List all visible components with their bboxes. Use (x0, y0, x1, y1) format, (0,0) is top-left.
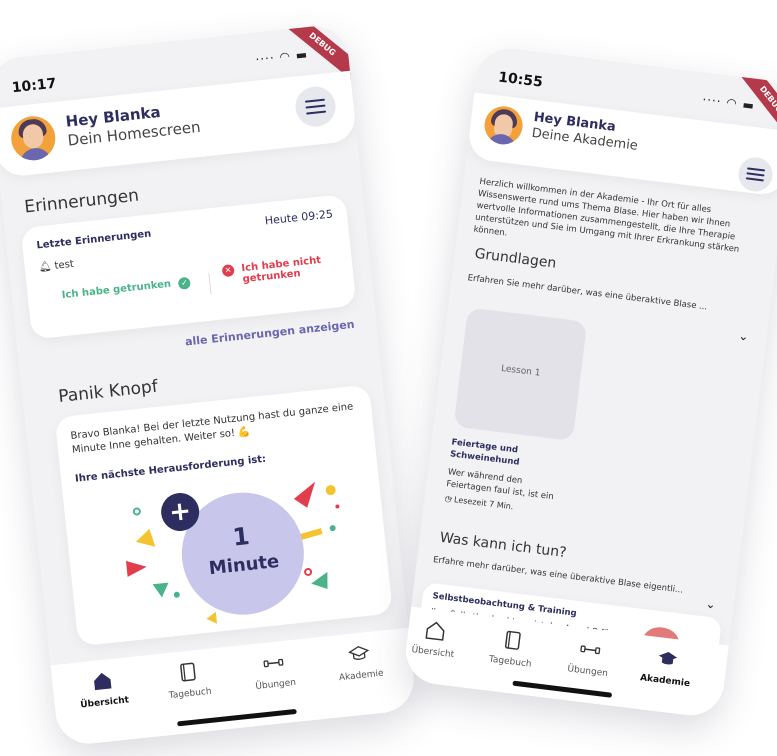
nav-label: Übungen (566, 664, 609, 680)
lesson-thumb-label: Lesson 1 (500, 363, 541, 379)
status-time: 10:17 (11, 75, 58, 97)
reminders-card-title: Letzte Erinnerungen (35, 228, 152, 252)
challenge-title: Ihre nächste Herausforderung ist: (74, 453, 267, 485)
menu-button[interactable] (293, 84, 338, 129)
home-indicator (177, 708, 297, 727)
nav-item-exercises[interactable]: Übungen (233, 648, 317, 694)
reminder-item-label: test (54, 258, 75, 272)
greeting: Hey Blanka Dein Homescreen (65, 99, 202, 150)
check-circle-icon: ✓ (177, 276, 192, 290)
section-subtitle-basics: Erfahren Sie mehr darüber, was eine über… (467, 273, 708, 313)
nav-item-exercises[interactable]: Übungen (552, 635, 626, 681)
house-icon (425, 621, 445, 641)
book-icon (180, 662, 196, 682)
signal-icon: ···· (254, 50, 276, 67)
screenshot-stage: 10:17 ···· ◠ ▬ DEBUG Hey Blanka Dein Hom… (0, 0, 777, 756)
panic-message: Bravo Blanka! Bei der letzte Nutzung has… (70, 401, 354, 456)
section-title-what-can-i-do: Was kann ich tun? (438, 529, 568, 562)
reminders-section-title: Erinnerungen (23, 185, 140, 218)
nav-label: Akademie (338, 668, 385, 684)
bottom-navigation: Übersicht Tagebuch Übungen Akademie (50, 627, 418, 747)
nav-item-overview[interactable]: Übersicht (61, 666, 145, 712)
avatar[interactable] (9, 114, 58, 163)
panic-card: Bravo Blanka! Bei der letzte Nutzung has… (54, 384, 393, 647)
status-icons: ···· ◠ ▬ (255, 47, 309, 66)
nav-item-overview[interactable]: Übersicht (402, 616, 471, 662)
not-drank-label: Ich habe nicht getrunken (240, 254, 322, 286)
greeting: Hey Blanka Deine Akademie (531, 110, 641, 154)
status-time: 10:55 (497, 69, 544, 91)
nav-label: Übersicht (410, 645, 455, 661)
x-circle-icon: ✕ (221, 264, 235, 278)
nav-label: Übungen (255, 677, 297, 693)
reminders-card: Letzte Erinnerungen Heute 09:25 🔔︎ test … (20, 194, 357, 340)
drank-button[interactable]: Ich habe getrunken ✓ (61, 276, 192, 302)
nav-label: Tagebuch (168, 686, 213, 702)
nav-label: Akademie (639, 673, 691, 690)
drank-label: Ich habe getrunken (61, 278, 172, 302)
panic-section-title: Panik Knopf (57, 376, 159, 408)
hamburger-icon (747, 167, 766, 172)
phone-academy-screen: 10:55 ···· ◠ ▬ DEBUG Hey Blanka Deine Ak… (402, 44, 777, 720)
chevron-down-icon[interactable]: ⌄ (705, 597, 717, 612)
wifi-icon: ◠ (278, 48, 292, 65)
reminder-item: 🔔︎ test (38, 259, 74, 274)
graduation-cap-icon (348, 646, 370, 660)
battery-icon: ▬ (741, 97, 756, 113)
graduation-cap-icon (658, 652, 678, 665)
hamburger-icon (304, 98, 325, 103)
nav-item-diary[interactable]: Tagebuch (475, 625, 549, 671)
bell-icon: 🔔︎ (38, 261, 53, 274)
book-icon (504, 630, 521, 650)
home-indicator (512, 680, 613, 698)
avatar[interactable] (482, 104, 525, 147)
status-icons: ···· ◠ ▬ (702, 92, 756, 112)
nav-label: Tagebuch (488, 654, 533, 670)
divider (208, 272, 212, 295)
lesson-thumbnail[interactable]: Lesson 1 (453, 307, 588, 442)
menu-button[interactable] (736, 155, 775, 194)
phone-home-screen: 10:17 ···· ◠ ▬ DEBUG Hey Blanka Dein Hom… (0, 23, 418, 747)
section-title-basics: Grundlagen (473, 245, 558, 272)
nav-label: Übersicht (79, 695, 130, 711)
not-drank-button[interactable]: ✕ Ich habe nicht getrunken (221, 253, 344, 287)
house-icon (94, 672, 112, 691)
dumbbell-icon (580, 645, 601, 655)
reminder-time: Heute 09:25 (264, 207, 334, 228)
nav-item-academy[interactable]: Akademie (630, 644, 704, 690)
battery-icon: ▬ (294, 47, 309, 63)
signal-icon: ···· (701, 92, 723, 109)
nav-item-diary[interactable]: Tagebuch (147, 657, 231, 703)
show-all-reminders-link[interactable]: alle Erinnerungen anzeigen (185, 318, 356, 349)
chevron-down-icon[interactable]: ⌄ (738, 329, 750, 344)
dumbbell-icon (263, 658, 284, 668)
wifi-icon: ◠ (725, 95, 739, 111)
nav-item-academy[interactable]: Akademie (318, 639, 402, 685)
clock-icon: ◷ (444, 493, 453, 504)
